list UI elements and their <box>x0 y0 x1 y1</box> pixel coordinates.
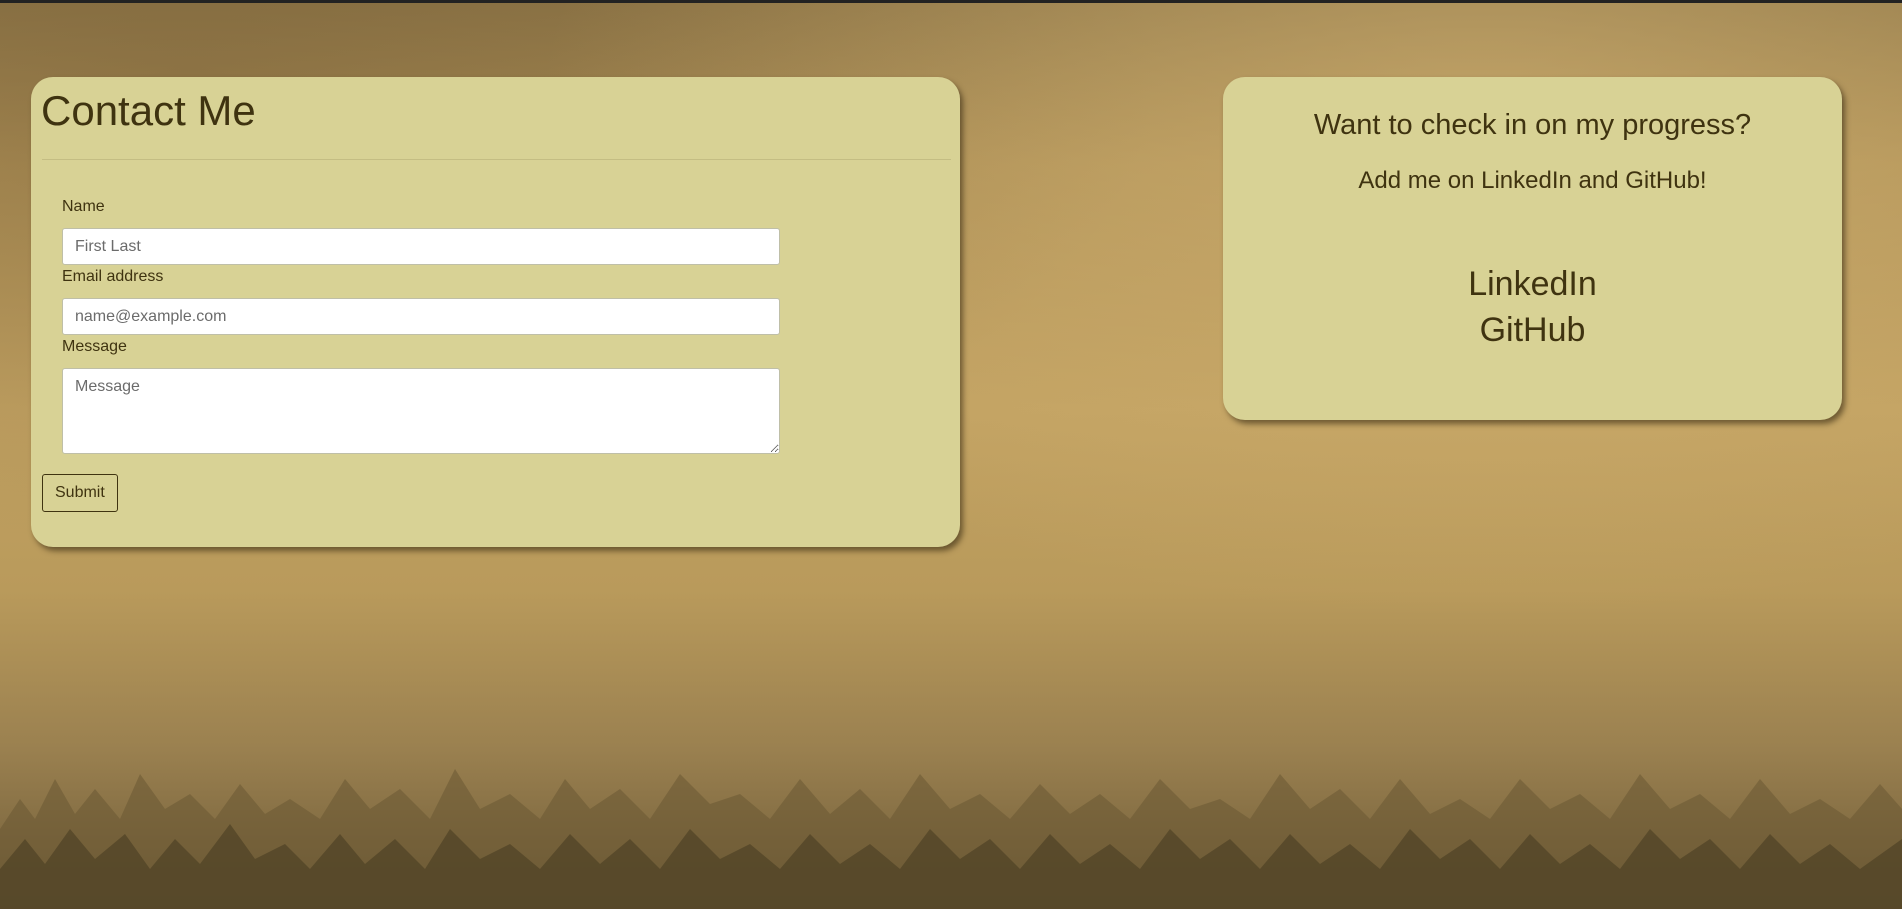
social-subheading: Add me on LinkedIn and GitHub! <box>1358 167 1707 194</box>
contact-panel: Contact Me Name Email address Message Su… <box>31 77 960 547</box>
email-label: Email address <box>62 268 164 285</box>
contact-title: Contact Me <box>41 87 256 134</box>
github-link[interactable]: GitHub <box>1223 311 1842 350</box>
linkedin-link[interactable]: LinkedIn <box>1223 265 1842 304</box>
email-input[interactable] <box>62 298 780 335</box>
social-heading: Want to check in on my progress? <box>1313 109 1752 141</box>
name-label: Name <box>62 198 105 215</box>
message-label: Message <box>62 338 127 355</box>
social-panel: Want to check in on my progress? Add me … <box>1223 77 1842 420</box>
divider <box>42 159 951 160</box>
name-input[interactable] <box>62 228 780 265</box>
top-bar <box>0 0 1902 3</box>
message-textarea[interactable] <box>62 368 780 454</box>
submit-button[interactable]: Submit <box>42 474 118 512</box>
tree-line-background <box>0 769 1902 909</box>
